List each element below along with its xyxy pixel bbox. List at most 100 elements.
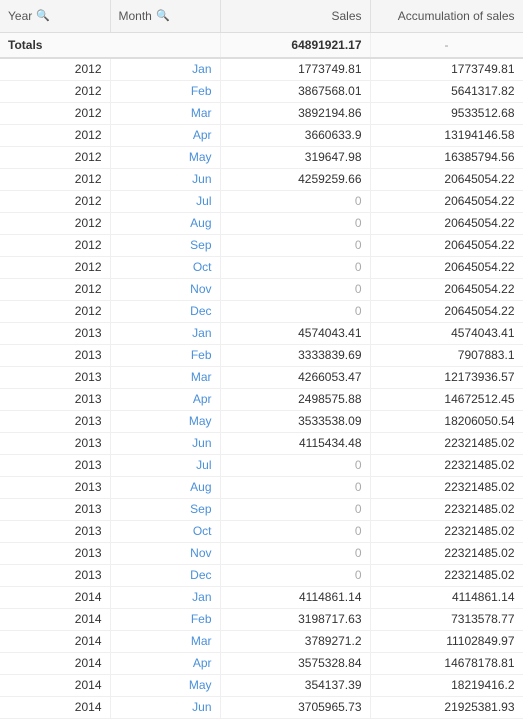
month-cell: Jul [110, 454, 220, 476]
year-cell: 2013 [0, 476, 110, 498]
totals-label: Totals [0, 32, 220, 58]
table-row: 2013Mar4266053.4712173936.57 [0, 366, 523, 388]
accum-cell: 14672512.45 [370, 388, 523, 410]
table-row: 2012Nov020645054.22 [0, 278, 523, 300]
sales-cell: 0 [220, 234, 370, 256]
table-row: 2012Aug020645054.22 [0, 212, 523, 234]
month-cell: Feb [110, 608, 220, 630]
sales-cell: 3660633.9 [220, 124, 370, 146]
accum-cell: 20645054.22 [370, 212, 523, 234]
sales-cell: 0 [220, 256, 370, 278]
accum-cell: 5641317.82 [370, 80, 523, 102]
month-cell: Nov [110, 278, 220, 300]
year-cell: 2012 [0, 278, 110, 300]
month-cell: Oct [110, 520, 220, 542]
sales-cell: 0 [220, 520, 370, 542]
year-header: Year 🔍 [0, 0, 110, 32]
month-cell: May [110, 146, 220, 168]
accum-cell: 20645054.22 [370, 234, 523, 256]
sales-cell: 0 [220, 454, 370, 476]
sales-cell: 4114861.14 [220, 586, 370, 608]
accum-cell: 20645054.22 [370, 278, 523, 300]
data-table: Year 🔍 Month 🔍 Sales Accumulation of sal… [0, 0, 523, 719]
table-row: 2012Mar3892194.869533512.68 [0, 102, 523, 124]
month-cell: Mar [110, 366, 220, 388]
sales-cell: 3789271.2 [220, 630, 370, 652]
year-cell: 2012 [0, 146, 110, 168]
year-cell: 2013 [0, 454, 110, 476]
sales-cell: 0 [220, 190, 370, 212]
month-cell: May [110, 674, 220, 696]
month-cell: Jun [110, 168, 220, 190]
table-row: 2013Nov022321485.02 [0, 542, 523, 564]
year-cell: 2014 [0, 586, 110, 608]
sales-cell: 3892194.86 [220, 102, 370, 124]
table-row: 2013Oct022321485.02 [0, 520, 523, 542]
month-header: Month 🔍 [110, 0, 220, 32]
month-cell: Dec [110, 564, 220, 586]
table-row: 2012Jan1773749.811773749.81 [0, 58, 523, 80]
year-cell: 2014 [0, 608, 110, 630]
sales-cell: 2498575.88 [220, 388, 370, 410]
month-cell: Apr [110, 652, 220, 674]
sales-cell: 4259259.66 [220, 168, 370, 190]
sales-cell: 0 [220, 498, 370, 520]
year-cell: 2014 [0, 630, 110, 652]
month-cell: Jan [110, 586, 220, 608]
accum-cell: 22321485.02 [370, 520, 523, 542]
year-cell: 2012 [0, 212, 110, 234]
month-cell: Aug [110, 476, 220, 498]
month-cell: Aug [110, 212, 220, 234]
accum-cell: 4574043.41 [370, 322, 523, 344]
year-cell: 2012 [0, 168, 110, 190]
sales-cell: 354137.39 [220, 674, 370, 696]
month-cell: Jan [110, 322, 220, 344]
year-cell: 2012 [0, 58, 110, 80]
accum-cell: 7907883.1 [370, 344, 523, 366]
table-row: 2013Jan4574043.414574043.41 [0, 322, 523, 344]
month-search-icon[interactable]: 🔍 [156, 9, 170, 23]
sales-cell: 1773749.81 [220, 58, 370, 80]
accum-cell: 20645054.22 [370, 168, 523, 190]
table-row: 2012Jul020645054.22 [0, 190, 523, 212]
table-row: 2014Feb3198717.637313578.77 [0, 608, 523, 630]
table-row: 2013Jul022321485.02 [0, 454, 523, 476]
month-cell: Oct [110, 256, 220, 278]
sales-cell: 0 [220, 476, 370, 498]
accum-cell: 16385794.56 [370, 146, 523, 168]
sales-cell: 319647.98 [220, 146, 370, 168]
month-cell: Feb [110, 344, 220, 366]
year-cell: 2012 [0, 80, 110, 102]
table-row: 2012Apr3660633.913194146.58 [0, 124, 523, 146]
year-cell: 2013 [0, 366, 110, 388]
table-row: 2013Feb3333839.697907883.1 [0, 344, 523, 366]
year-cell: 2013 [0, 520, 110, 542]
sales-cell: 4266053.47 [220, 366, 370, 388]
accum-cell: 12173936.57 [370, 366, 523, 388]
year-cell: 2013 [0, 322, 110, 344]
month-label: Month [119, 9, 152, 23]
accum-cell: 20645054.22 [370, 300, 523, 322]
table-row: 2013Apr2498575.8814672512.45 [0, 388, 523, 410]
accum-header: Accumulation of sales [370, 0, 523, 32]
sales-cell: 4574043.41 [220, 322, 370, 344]
accum-cell: 21925381.93 [370, 696, 523, 718]
table-row: 2013Aug022321485.02 [0, 476, 523, 498]
year-cell: 2014 [0, 696, 110, 718]
totals-row: Totals 64891921.17 - [0, 32, 523, 58]
year-search-icon[interactable]: 🔍 [36, 9, 50, 23]
table-row: 2012Dec020645054.22 [0, 300, 523, 322]
month-cell: May [110, 410, 220, 432]
table-row: 2013Dec022321485.02 [0, 564, 523, 586]
month-cell: Sep [110, 234, 220, 256]
accum-cell: 22321485.02 [370, 432, 523, 454]
totals-sales: 64891921.17 [220, 32, 370, 58]
sales-cell: 3533538.09 [220, 410, 370, 432]
sales-cell: 0 [220, 212, 370, 234]
table-row: 2014Apr3575328.8414678178.81 [0, 652, 523, 674]
year-cell: 2012 [0, 102, 110, 124]
month-cell: Jan [110, 58, 220, 80]
month-cell: Jun [110, 696, 220, 718]
table-row: 2013Sep022321485.02 [0, 498, 523, 520]
accum-cell: 18206050.54 [370, 410, 523, 432]
